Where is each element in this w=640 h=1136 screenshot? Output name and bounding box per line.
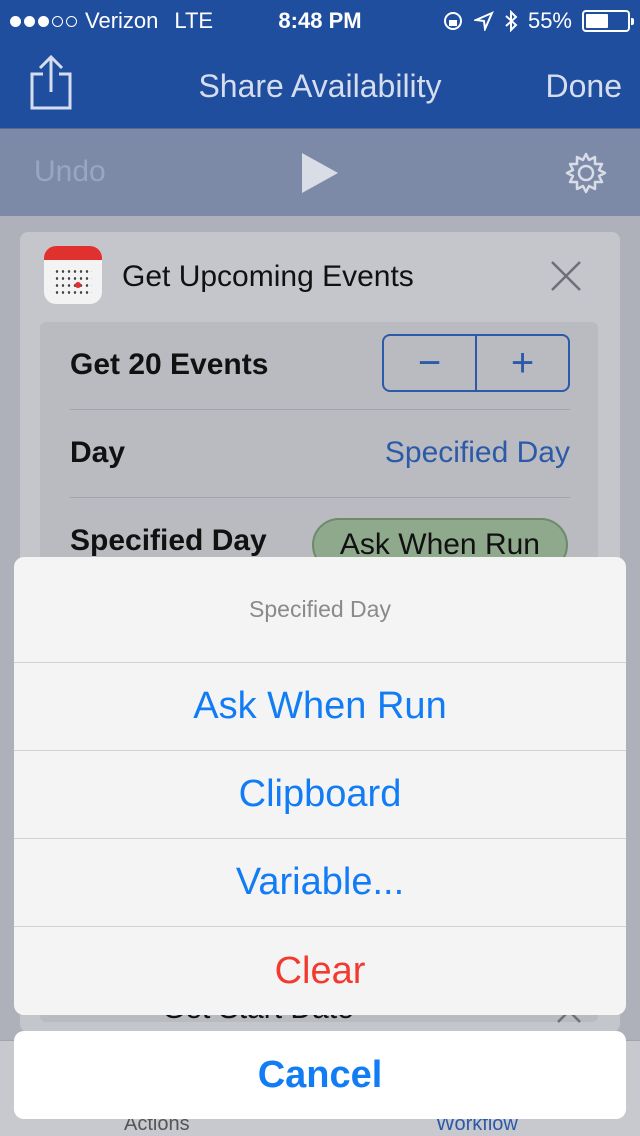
location-icon	[473, 11, 494, 31]
event-count-stepper[interactable]: − +	[382, 334, 570, 392]
day-label: Day	[70, 436, 126, 469]
calendar-icon	[44, 246, 102, 304]
day-value[interactable]: Specified Day	[385, 436, 570, 470]
battery-percent: 55%	[527, 8, 572, 33]
count-row: Get 20 Events − +	[70, 322, 570, 410]
navigation-bar: Share Availability Done	[0, 40, 640, 128]
specified-day-label: Specified Day	[70, 524, 267, 557]
status-right: 55%	[442, 8, 634, 34]
action-title: Get Upcoming Events	[122, 260, 414, 293]
day-row[interactable]: Day Specified Day	[70, 410, 570, 498]
increment-button[interactable]: +	[475, 336, 568, 390]
close-icon[interactable]	[546, 256, 586, 296]
status-bar: Verizon LTE 8:48 PM 55%	[0, 0, 640, 40]
action-sheet-title: Specified Day	[14, 557, 626, 663]
undo-button[interactable]: Undo	[34, 155, 106, 189]
bluetooth-icon	[505, 10, 518, 32]
rotation-lock-icon	[443, 12, 462, 30]
action-sheet: Specified Day Ask When Run Clipboard Var…	[14, 557, 626, 1015]
gear-icon[interactable]	[564, 151, 608, 195]
play-icon[interactable]	[300, 151, 340, 195]
workflow-toolbar: Undo	[0, 128, 640, 216]
cancel-button[interactable]: Cancel	[14, 1031, 626, 1119]
count-label: Get 20 Events	[70, 348, 269, 381]
option-ask-when-run[interactable]: Ask When Run	[14, 663, 626, 751]
decrement-button[interactable]: −	[384, 336, 475, 390]
option-clear[interactable]: Clear	[14, 927, 626, 1015]
page-title: Share Availability	[198, 68, 442, 104]
done-button[interactable]: Done	[546, 68, 623, 105]
option-clipboard[interactable]: Clipboard	[14, 751, 626, 839]
option-variable[interactable]: Variable...	[14, 839, 626, 927]
battery-icon	[582, 10, 634, 32]
